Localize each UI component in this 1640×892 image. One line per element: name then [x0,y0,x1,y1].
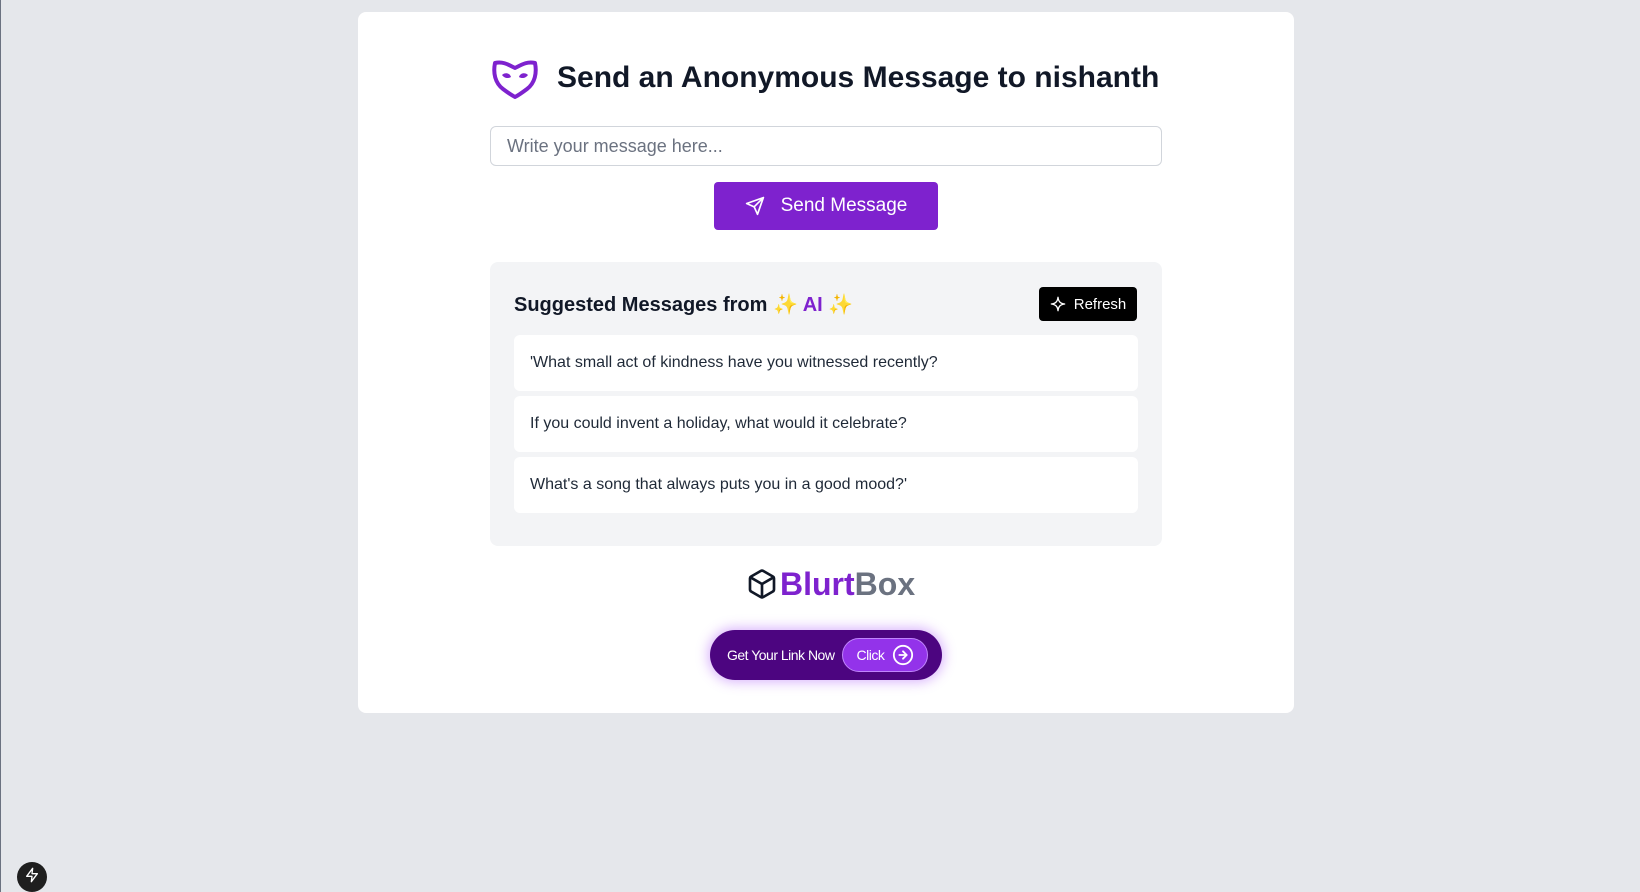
sparkle-emoji-right: ✨ [828,294,854,316]
arrow-right-circle-icon [892,644,914,666]
send-message-label: Send Message [780,195,908,216]
sparkle-icon [1050,296,1066,312]
suggestions-panel: Suggested Messages from ✨ AI ✨ Refresh '… [490,262,1162,546]
suggestions-title: Suggested Messages from ✨ AI ✨ [514,292,853,317]
suggestion-item[interactable]: 'What small act of kindness have you wit… [514,335,1138,391]
get-link-button[interactable]: Get Your Link Now Click [710,630,942,680]
message-card: Send an Anonymous Message to nishanth Se… [358,12,1294,713]
suggestions-title-prefix: Suggested Messages from [514,294,768,316]
message-input[interactable] [490,126,1162,166]
refresh-button[interactable]: Refresh [1039,287,1137,321]
lightning-icon [24,867,40,888]
refresh-label: Refresh [1073,295,1127,313]
brand-name-part1: Blurt [780,565,855,602]
window-left-border [0,0,1,892]
page-header: Send an Anonymous Message to nishanth [491,50,1159,106]
brand-name-part2: Box [854,565,916,602]
click-pill[interactable]: Click [842,638,929,672]
ai-label: AI [802,294,823,316]
get-link-label: Get Your Link Now [727,647,835,663]
click-label: Click [856,647,885,663]
brand-logo: Blurt Box [746,564,915,604]
page-title: Send an Anonymous Message to nishanth [557,61,1160,94]
suggestion-item[interactable]: If you could invent a holiday, what woul… [514,396,1138,452]
mask-icon [491,57,539,99]
dev-indicator-button[interactable] [17,862,47,892]
send-icon [745,196,765,216]
cube-icon [746,568,778,600]
send-message-button[interactable]: Send Message [714,182,938,230]
sparkle-emoji-left: ✨ [772,294,798,316]
suggestion-item[interactable]: What's a song that always puts you in a … [514,457,1138,513]
